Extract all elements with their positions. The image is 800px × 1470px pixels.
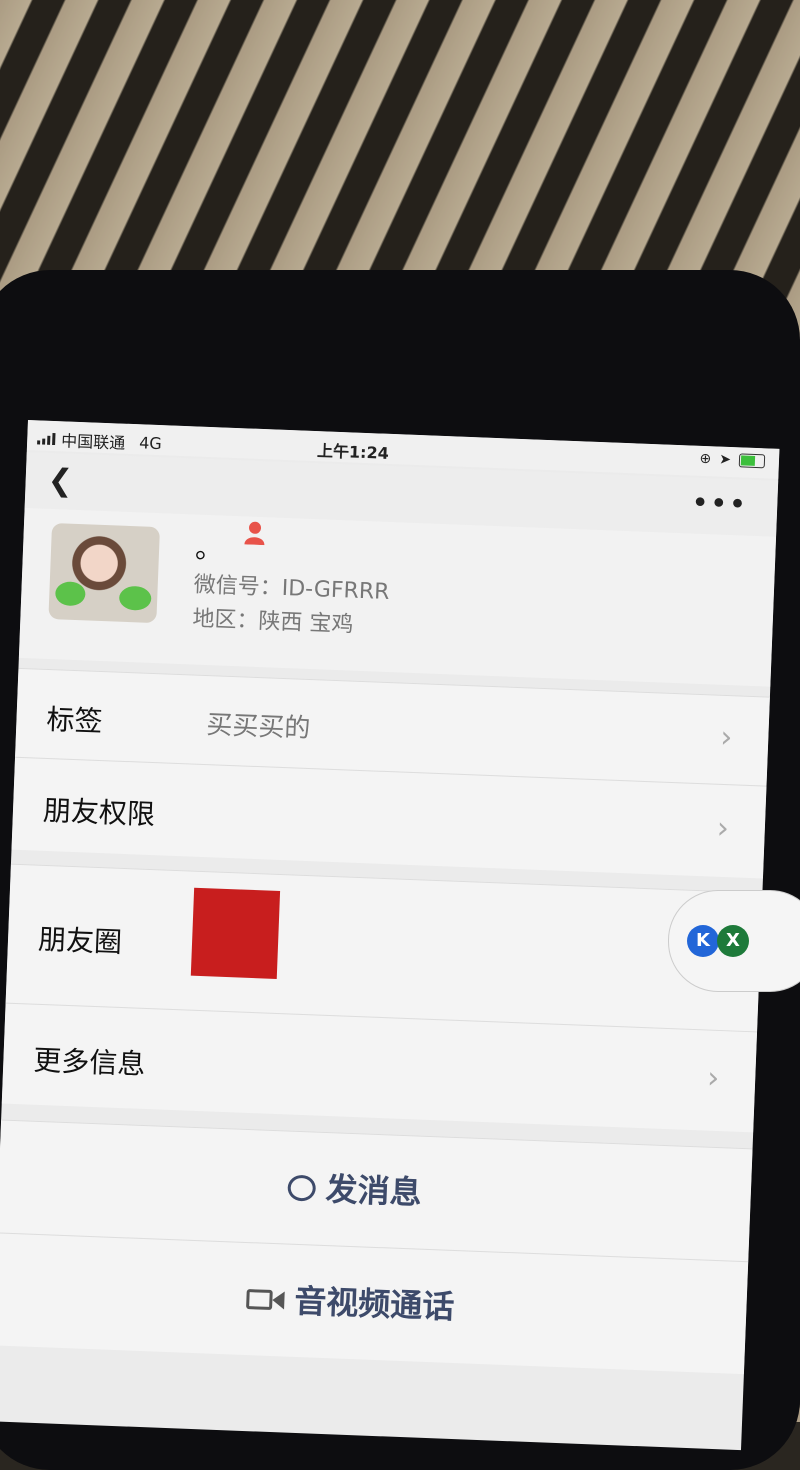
orientation-lock-icon: ⊕ [699,450,712,468]
network-label: 4G [138,432,163,453]
x-app-icon[interactable]: X [717,925,749,957]
tags-value: 买买买的 [205,710,311,745]
moment-thumbnail[interactable] [190,887,281,979]
phone-screen: 中国联通 4G 上午1:24 ⊕ ➤ ❮ ••• 。 微信号：ID-GFRRR … [0,420,780,1451]
more-info-label: 更多信息 [32,1043,146,1081]
video-camera-icon [246,1289,285,1311]
battery-icon [738,453,766,469]
nickname: 。 [194,531,224,566]
female-user-icon [244,521,265,546]
signal-icon [37,432,56,446]
wechat-id: 微信号：ID-GFRRR [193,572,390,605]
more-dots-icon[interactable]: ••• [691,486,748,523]
tags-label: 标签 [45,702,104,739]
chevron-right-icon: › [716,810,730,847]
region: 地区：陕西 宝鸡 [192,606,354,638]
avatar[interactable] [48,522,160,624]
chevron-right-icon: › [719,719,733,756]
moments-label: 朋友圈 [37,922,123,959]
video-call-label: 音视频通话 [293,1281,455,1327]
k-app-icon[interactable]: K [687,925,719,957]
profile-header: 。 微信号：ID-GFRRR 地区：陕西 宝鸡 [18,507,777,687]
floating-assistant-pill[interactable]: K X [668,890,800,992]
chevron-right-icon: › [706,1060,720,1097]
send-message-label: 发消息 [324,1170,423,1212]
location-icon: ➤ [718,451,732,469]
permissions-label: 朋友权限 [42,793,156,832]
chevron-left-icon[interactable]: ❮ [47,463,73,499]
clock: 上午1:24 [316,441,390,463]
chat-bubble-icon [287,1174,317,1202]
carrier-label: 中国联通 [60,431,126,453]
